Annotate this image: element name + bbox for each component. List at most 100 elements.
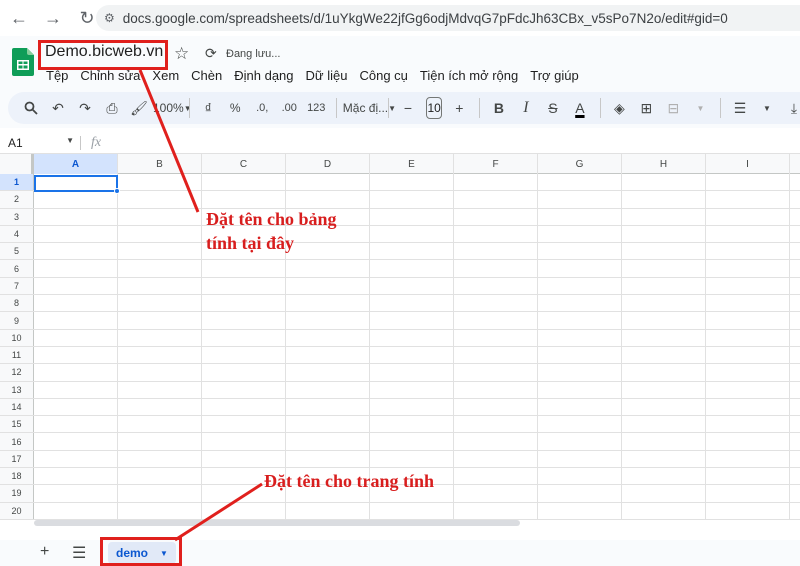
chevron-down-icon[interactable]: ▼ bbox=[754, 96, 780, 120]
text-color-button[interactable]: A bbox=[567, 96, 593, 120]
grid-cell[interactable] bbox=[454, 433, 538, 450]
grid-cell[interactable] bbox=[34, 329, 118, 346]
row-header[interactable]: 3 bbox=[0, 208, 34, 225]
row-header[interactable]: 18 bbox=[0, 468, 34, 485]
bold-button[interactable]: B bbox=[486, 96, 512, 120]
grid-cell[interactable] bbox=[622, 416, 706, 433]
grid-cell[interactable] bbox=[118, 329, 202, 346]
grid-cell[interactable] bbox=[538, 174, 622, 191]
grid-cell[interactable] bbox=[538, 191, 622, 208]
grid-cell[interactable] bbox=[118, 364, 202, 381]
grid-cell[interactable] bbox=[202, 346, 286, 364]
grid-cell[interactable] bbox=[118, 398, 202, 416]
horizontal-align-icon[interactable]: ☰ bbox=[727, 96, 753, 120]
grid-cell[interactable] bbox=[286, 295, 370, 312]
row-header[interactable]: 19 bbox=[0, 485, 34, 502]
grid-cell[interactable] bbox=[370, 502, 454, 519]
grid-cell[interactable] bbox=[118, 243, 202, 260]
grid-cell[interactable] bbox=[706, 485, 790, 502]
grid-cell[interactable] bbox=[622, 468, 706, 485]
zoom-select[interactable]: 100% ▼ bbox=[153, 96, 192, 120]
grid-cell[interactable] bbox=[706, 346, 790, 364]
grid-cell[interactable] bbox=[118, 208, 202, 225]
grid-cell[interactable] bbox=[538, 485, 622, 502]
grid-cell[interactable] bbox=[706, 208, 790, 225]
grid-cell[interactable] bbox=[34, 468, 118, 485]
grid-cell[interactable] bbox=[538, 243, 622, 260]
row-header[interactable]: 8 bbox=[0, 295, 34, 312]
grid-cell[interactable] bbox=[34, 346, 118, 364]
grid-cell[interactable] bbox=[370, 295, 454, 312]
grid-cell[interactable] bbox=[454, 295, 538, 312]
grid-cell[interactable] bbox=[538, 277, 622, 295]
grid-cell[interactable] bbox=[706, 277, 790, 295]
grid-cell[interactable] bbox=[118, 485, 202, 502]
horizontal-scrollbar[interactable] bbox=[34, 520, 520, 526]
grid-cell[interactable] bbox=[202, 450, 286, 468]
grid-cell[interactable] bbox=[370, 329, 454, 346]
grid-cell[interactable] bbox=[370, 346, 454, 364]
percent-format-button[interactable]: % bbox=[222, 96, 248, 120]
grid-cell[interactable] bbox=[538, 502, 622, 519]
grid-cell[interactable] bbox=[34, 398, 118, 416]
grid-cell[interactable] bbox=[118, 502, 202, 519]
grid-cell[interactable] bbox=[34, 191, 118, 208]
row-header[interactable]: 10 bbox=[0, 329, 34, 346]
grid-cell[interactable] bbox=[118, 260, 202, 277]
grid-cell[interactable] bbox=[454, 416, 538, 433]
name-box[interactable]: A1 ▼ bbox=[0, 136, 80, 150]
grid-cell[interactable] bbox=[202, 174, 286, 191]
grid-cell[interactable] bbox=[286, 191, 370, 208]
column-header[interactable]: D bbox=[286, 154, 370, 174]
row-header[interactable]: 13 bbox=[0, 381, 34, 398]
grid-cell[interactable] bbox=[538, 468, 622, 485]
row-header[interactable]: 14 bbox=[0, 398, 34, 416]
grid-cell[interactable] bbox=[34, 416, 118, 433]
grid-cell[interactable] bbox=[622, 174, 706, 191]
grid-cell[interactable] bbox=[706, 329, 790, 346]
grid-cell[interactable] bbox=[118, 295, 202, 312]
grid-cell[interactable] bbox=[34, 381, 118, 398]
grid-cell[interactable] bbox=[34, 295, 118, 312]
grid-cell[interactable] bbox=[706, 433, 790, 450]
grid-cell[interactable] bbox=[286, 398, 370, 416]
grid-cell[interactable] bbox=[538, 416, 622, 433]
grid-cell[interactable] bbox=[706, 191, 790, 208]
grid-cell[interactable] bbox=[286, 277, 370, 295]
grid-cell[interactable] bbox=[538, 346, 622, 364]
grid-cell[interactable] bbox=[454, 260, 538, 277]
grid-cell[interactable] bbox=[454, 243, 538, 260]
currency-format-button[interactable]: ₫ bbox=[195, 96, 221, 120]
address-bar[interactable]: ⚙ docs.google.com/spreadsheets/d/1uYkgWe… bbox=[96, 5, 800, 31]
google-sheets-logo-icon[interactable] bbox=[12, 48, 34, 76]
grid-cell[interactable] bbox=[286, 502, 370, 519]
grid-cell[interactable] bbox=[454, 468, 538, 485]
decrease-font-size-button[interactable]: − bbox=[395, 96, 421, 120]
grid-cell[interactable] bbox=[622, 433, 706, 450]
grid-cell[interactable] bbox=[454, 312, 538, 329]
grid-cell[interactable] bbox=[622, 208, 706, 225]
grid-cell[interactable] bbox=[202, 191, 286, 208]
grid-cell[interactable] bbox=[34, 277, 118, 295]
grid-cell[interactable] bbox=[286, 312, 370, 329]
menu-format[interactable]: Định dạng bbox=[228, 66, 299, 85]
grid-cell[interactable] bbox=[454, 174, 538, 191]
grid-cell[interactable] bbox=[706, 364, 790, 381]
grid-cell[interactable] bbox=[286, 243, 370, 260]
menu-help[interactable]: Trợ giúp bbox=[524, 66, 585, 85]
font-size-input[interactable]: 10 bbox=[425, 97, 443, 119]
grid-cell[interactable] bbox=[34, 208, 118, 225]
grid-cell[interactable] bbox=[202, 398, 286, 416]
grid-cell[interactable] bbox=[118, 450, 202, 468]
grid-cell[interactable] bbox=[286, 381, 370, 398]
grid-cell[interactable] bbox=[370, 364, 454, 381]
grid-cell[interactable] bbox=[286, 260, 370, 277]
grid-cell[interactable] bbox=[370, 277, 454, 295]
grid-cell[interactable] bbox=[706, 174, 790, 191]
column-header[interactable]: E bbox=[370, 154, 454, 174]
grid-cell[interactable] bbox=[34, 243, 118, 260]
chevron-down-icon[interactable]: ▼ bbox=[687, 96, 713, 120]
decrease-decimal-button[interactable]: .0, bbox=[249, 96, 275, 120]
more-formats-button[interactable]: 123 bbox=[303, 96, 329, 120]
grid-cell[interactable] bbox=[370, 450, 454, 468]
